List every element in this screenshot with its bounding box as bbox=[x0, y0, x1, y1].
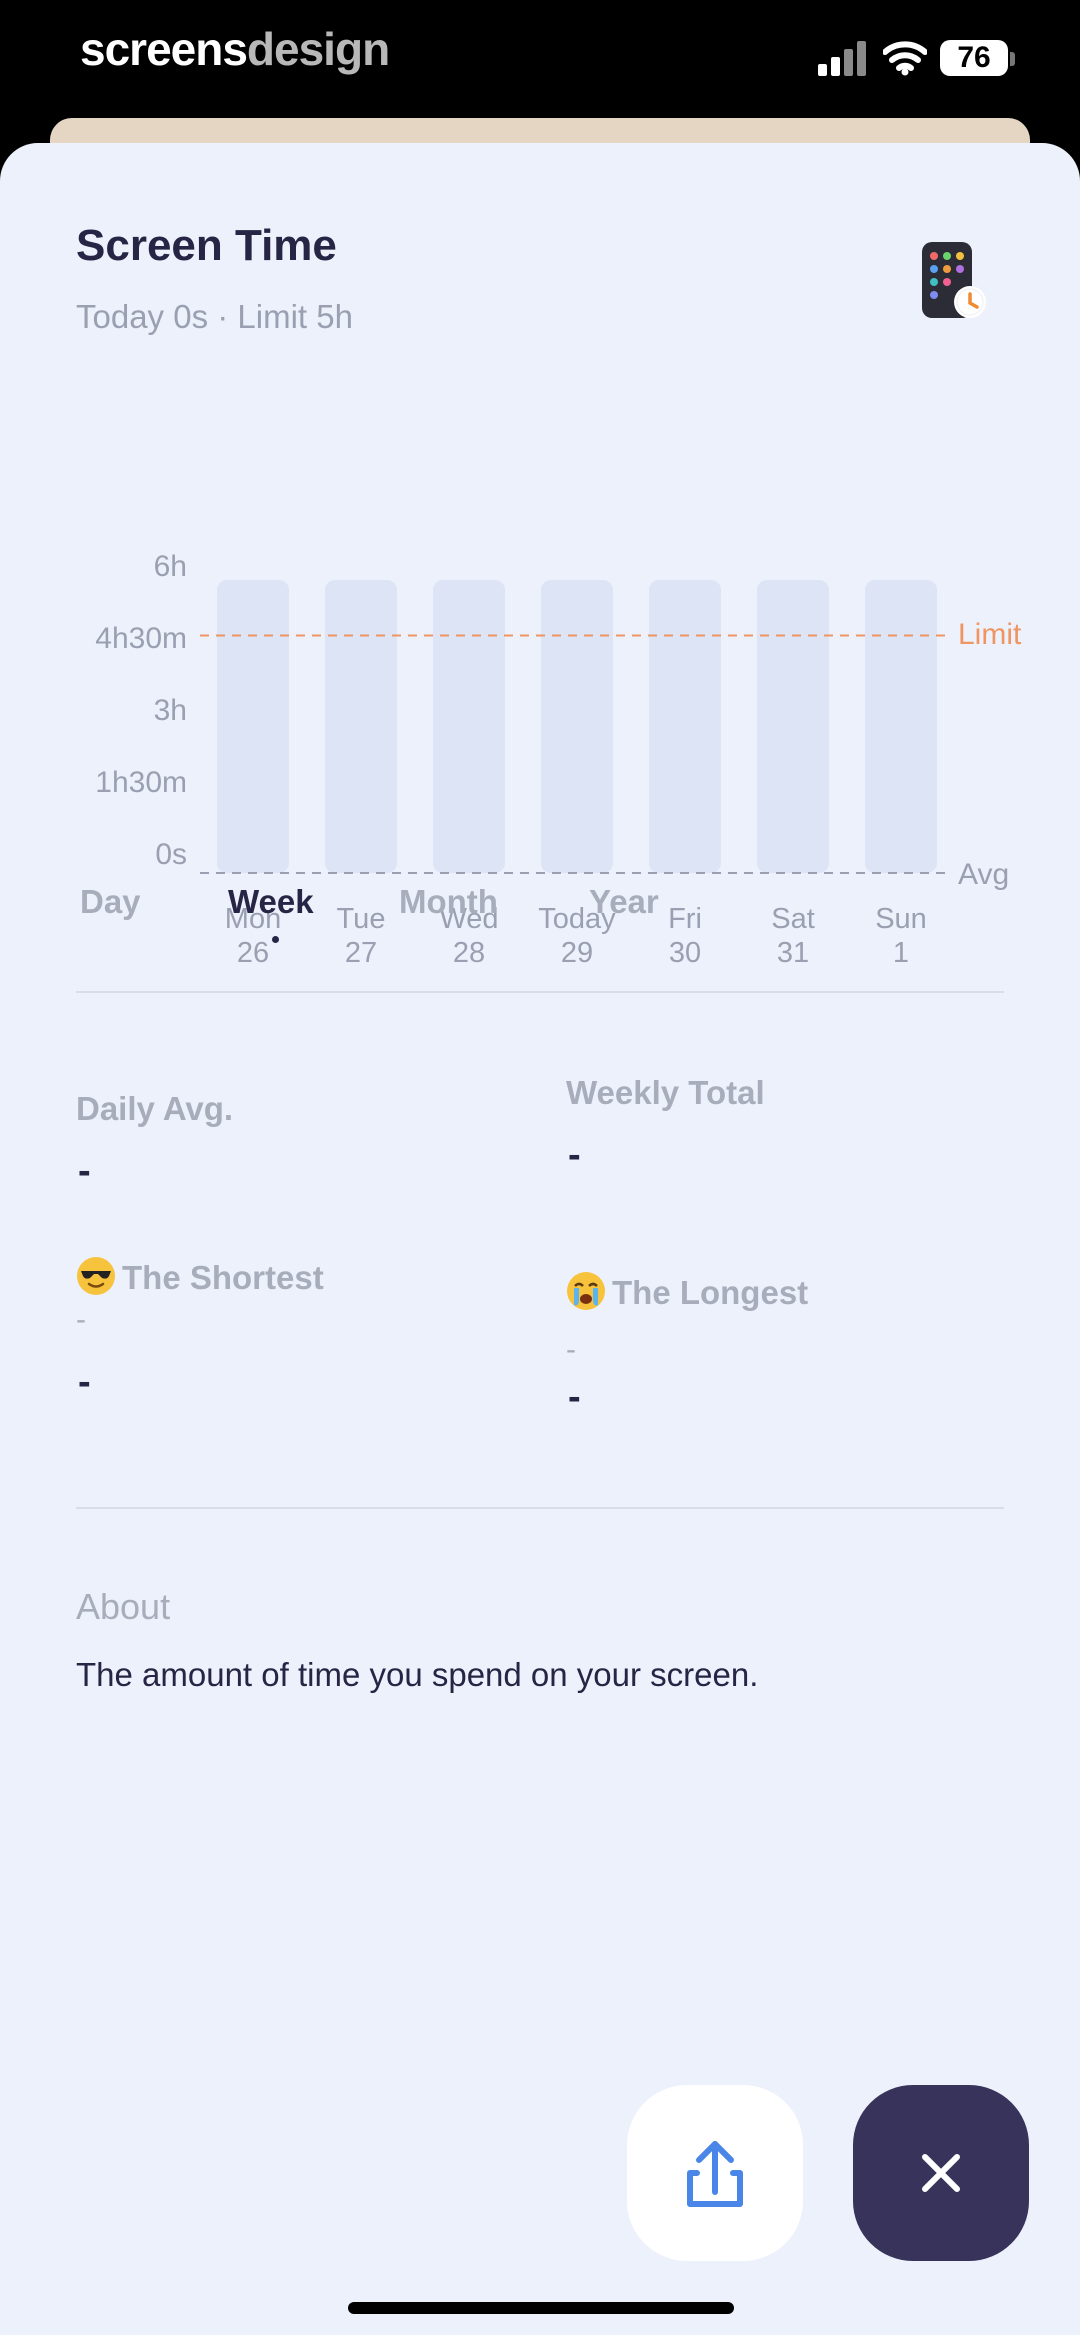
y-tick-label: 3h bbox=[153, 694, 187, 727]
longest-value: - bbox=[568, 1376, 581, 1418]
longest-sub: - bbox=[566, 1333, 576, 1366]
about-text: The amount of time you spend on your scr… bbox=[76, 1656, 759, 1693]
daily-avg-value: - bbox=[78, 1150, 91, 1192]
divider bbox=[76, 1507, 1004, 1509]
bar-track bbox=[325, 580, 397, 873]
divider bbox=[76, 991, 1004, 993]
status-bar: screensdesign 76 bbox=[0, 0, 1080, 120]
page-title: Screen Time bbox=[76, 221, 337, 270]
tab-month[interactable]: Month bbox=[399, 883, 498, 921]
phone-clock-icon bbox=[922, 242, 986, 318]
longest-label: The Longest bbox=[612, 1274, 809, 1311]
bar-track bbox=[757, 580, 829, 873]
screen-time-sheet: Screen Time Today 0s · Limit 5h 6h 4h30m… bbox=[0, 143, 1080, 2335]
shortest-sub: - bbox=[76, 1303, 86, 1336]
close-icon bbox=[922, 2154, 960, 2192]
bar-track bbox=[541, 580, 613, 873]
shortest-value: - bbox=[78, 1361, 91, 1403]
crying-emoji-icon bbox=[567, 1272, 605, 1310]
period-tabs: Day Week Month Year bbox=[0, 883, 1080, 963]
wifi-icon bbox=[883, 41, 927, 76]
bar-track bbox=[433, 580, 505, 873]
y-tick-label: 6h bbox=[153, 550, 187, 583]
y-tick-label: 4h30m bbox=[95, 622, 187, 655]
cellular-signal-icon bbox=[818, 40, 870, 76]
home-indicator bbox=[348, 2302, 734, 2314]
shortest-label: The Shortest bbox=[122, 1259, 324, 1296]
page-subtitle: Today 0s · Limit 5h bbox=[76, 298, 353, 335]
bar-track bbox=[865, 580, 937, 873]
share-icon bbox=[687, 2141, 743, 2207]
brand-part-2: design bbox=[246, 23, 390, 75]
about-title: About bbox=[76, 1586, 171, 1627]
share-button[interactable] bbox=[627, 2085, 803, 2261]
shortest-label-row: The Shortest bbox=[76, 1256, 324, 1297]
weekly-total-value: - bbox=[568, 1134, 581, 1176]
close-button[interactable] bbox=[853, 2085, 1029, 2261]
y-tick-label: 1h30m bbox=[95, 766, 187, 799]
active-tab-indicator bbox=[272, 936, 279, 943]
bar-track bbox=[217, 580, 289, 873]
brand-part-1: screens bbox=[80, 23, 248, 75]
sunglasses-emoji-icon bbox=[77, 1257, 115, 1295]
tab-year[interactable]: Year bbox=[589, 883, 659, 921]
limit-label: Limit bbox=[958, 618, 1022, 651]
battery-cap bbox=[1010, 52, 1015, 66]
longest-label-row: The Longest bbox=[566, 1271, 808, 1312]
tab-week[interactable]: Week bbox=[228, 883, 314, 921]
battery-indicator: 76 bbox=[940, 40, 1008, 76]
brand-watermark: screensdesign bbox=[80, 22, 390, 76]
tab-day[interactable]: Day bbox=[80, 883, 141, 921]
bar-track bbox=[649, 580, 721, 873]
y-tick-label: 0s bbox=[155, 838, 187, 871]
weekly-total-label: Weekly Total bbox=[566, 1074, 765, 1111]
daily-avg-label: Daily Avg. bbox=[76, 1090, 234, 1127]
